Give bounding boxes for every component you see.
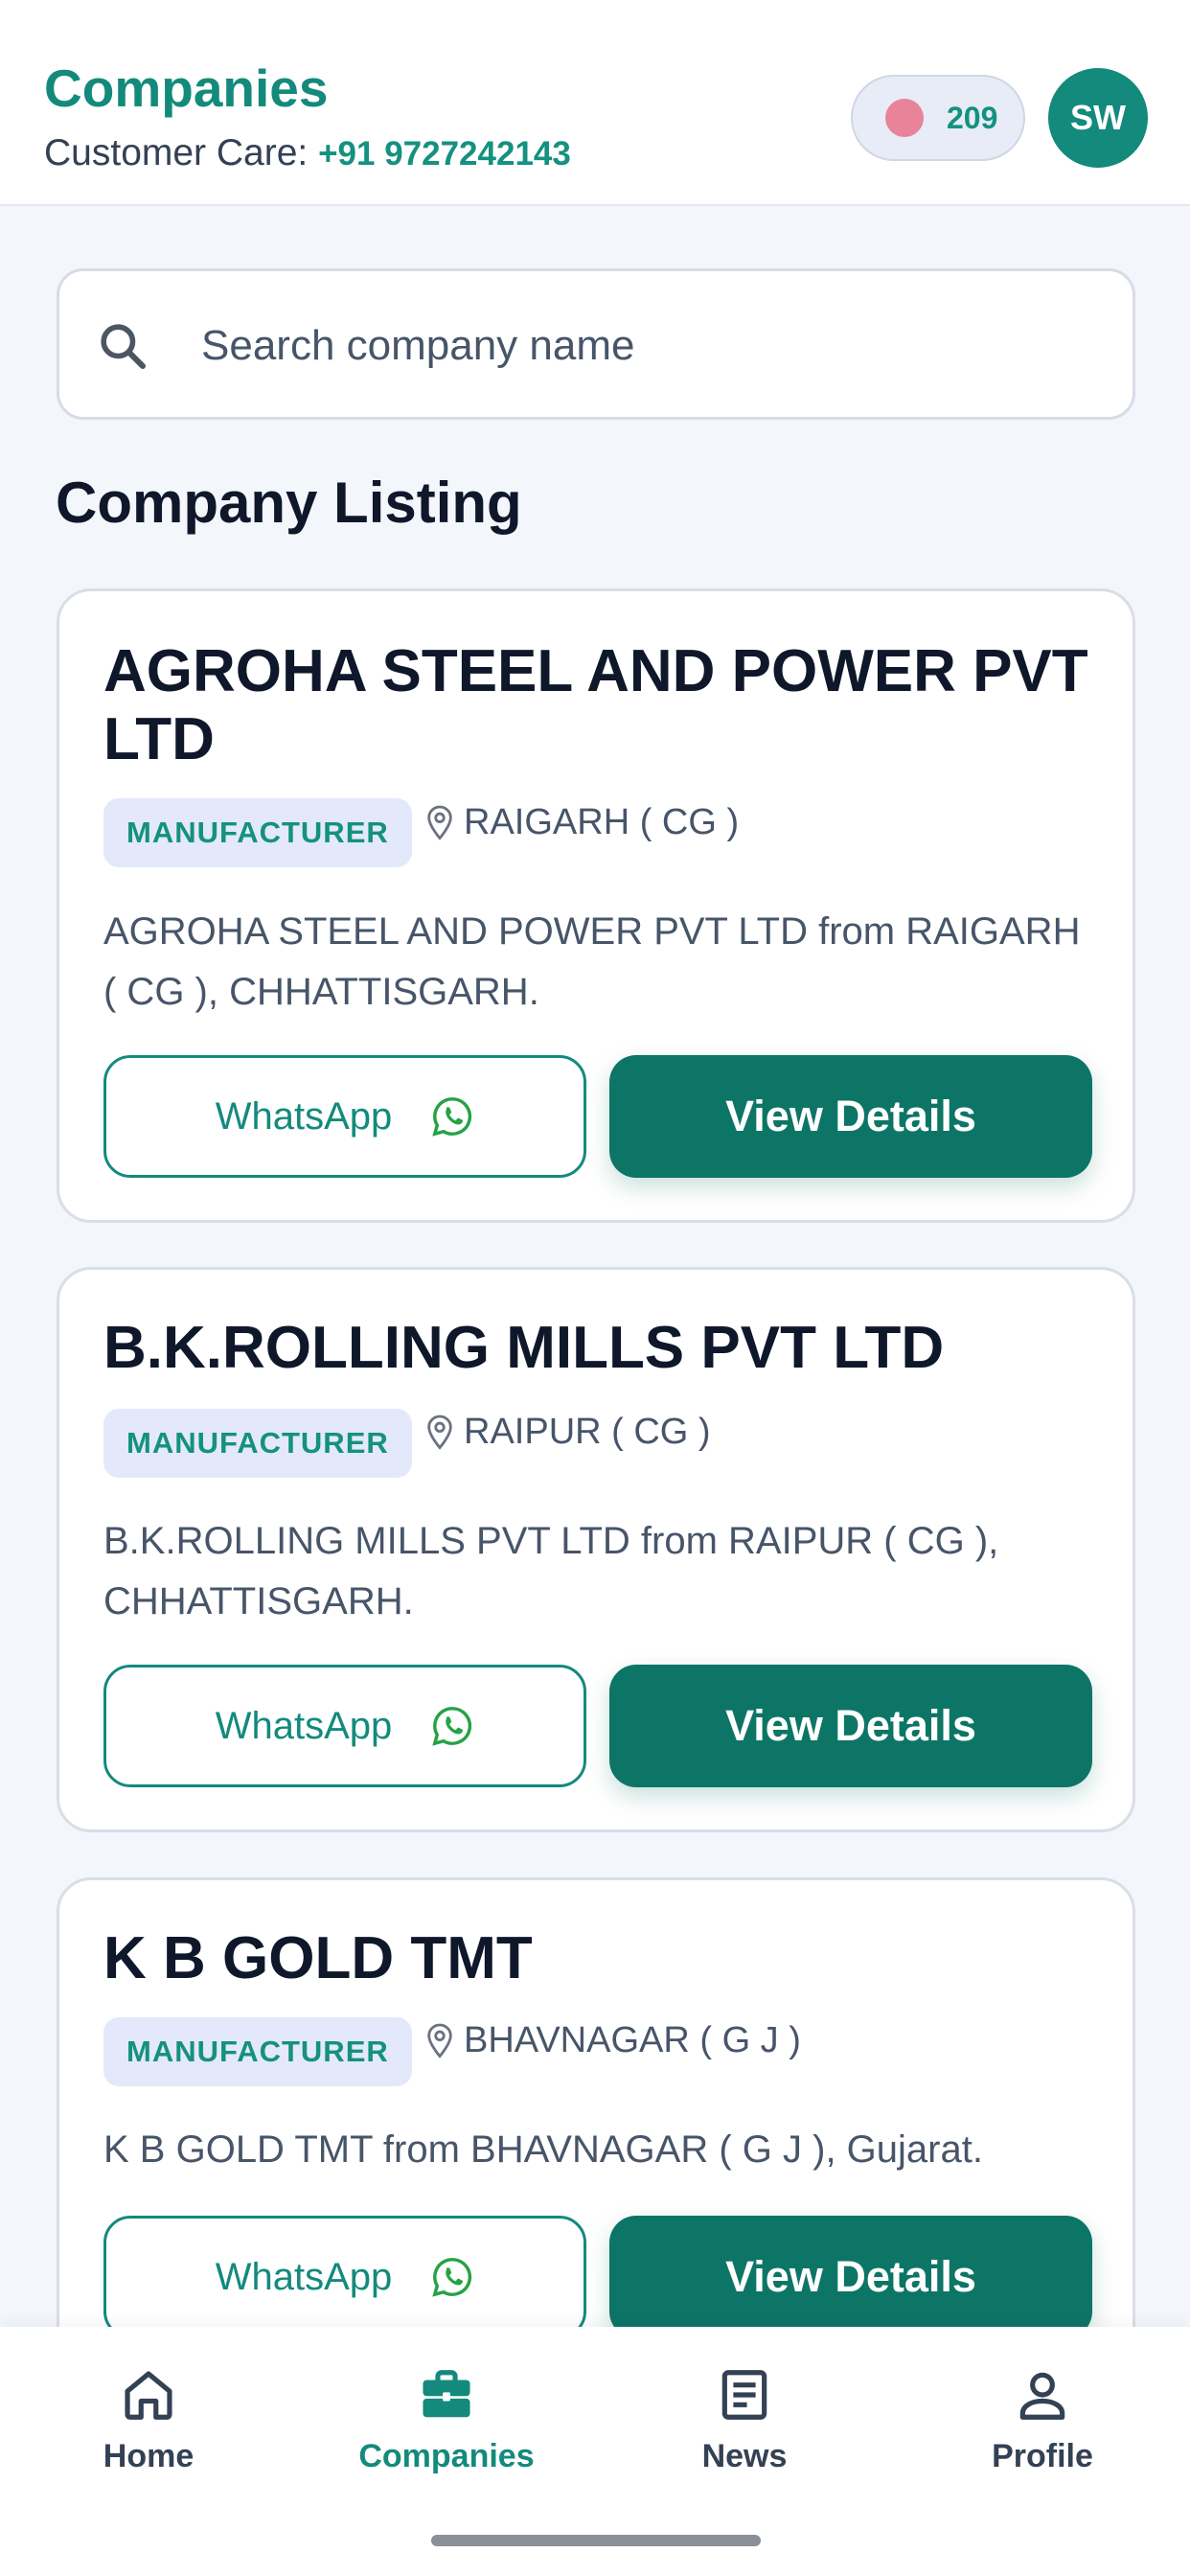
- location-pin-icon: [427, 805, 452, 840]
- home-icon: [125, 2371, 172, 2420]
- location-pin-icon: [427, 1414, 452, 1450]
- company-location-text: BHAVNAGAR ( G J ): [464, 2020, 801, 2060]
- whatsapp-button-label: WhatsApp: [215, 2255, 393, 2298]
- company-card: B.K.ROLLING MILLS PVT LTD MANUFACTURER R…: [57, 1267, 1135, 1832]
- coins-badge[interactable]: 209: [851, 75, 1025, 161]
- view-details-button[interactable]: View Details: [609, 2216, 1092, 2338]
- company-name: B.K.ROLLING MILLS PVT LTD: [103, 1315, 945, 1381]
- whatsapp-icon: [432, 1097, 472, 1137]
- customer-care-label: Customer Care:: [44, 132, 319, 173]
- whatsapp-button[interactable]: WhatsApp: [103, 2216, 586, 2338]
- coin-icon: [885, 99, 924, 137]
- person-icon: [1019, 2372, 1065, 2420]
- company-name: K B GOLD TMT: [103, 1925, 533, 1991]
- company-type-badge: MANUFACTURER: [103, 2017, 412, 2086]
- nav-profile[interactable]: Profile: [927, 2365, 1157, 2509]
- whatsapp-icon: [432, 2258, 472, 2297]
- company-description: B.K.ROLLING MILLS PVT LTD from RAIPUR ( …: [103, 1520, 999, 1622]
- company-description: AGROHA STEEL AND POWER PVT LTD from RAIG…: [103, 910, 1081, 1013]
- search-box[interactable]: [57, 268, 1135, 420]
- company-location-text: RAIGARH ( CG ): [464, 802, 740, 842]
- company-card: AGROHA STEEL AND POWER PVT LTD MANUFACTU…: [57, 588, 1135, 1223]
- briefcase-icon: [423, 2370, 470, 2418]
- company-location: BHAVNAGAR ( G J ): [423, 2020, 801, 2061]
- company-name: AGROHA STEEL AND POWER PVT LTD: [103, 638, 1088, 772]
- company-location: RAIGARH ( CG ): [423, 802, 739, 843]
- company-location: RAIPUR ( CG ): [423, 1412, 711, 1453]
- nav-news[interactable]: News: [629, 2365, 859, 2509]
- view-details-button[interactable]: View Details: [609, 1665, 1092, 1787]
- page-title: Companies: [44, 58, 329, 118]
- company-description: K B GOLD TMT from BHAVNAGAR ( G J ), Guj…: [103, 2128, 983, 2171]
- section-title: Company Listing: [56, 471, 522, 535]
- whatsapp-button[interactable]: WhatsApp: [103, 1665, 586, 1787]
- nav-companies-label: Companies: [358, 2438, 535, 2474]
- avatar[interactable]: SW: [1048, 68, 1148, 168]
- company-location-text: RAIPUR ( CG ): [464, 1412, 711, 1452]
- whatsapp-button-label: WhatsApp: [215, 1094, 393, 1138]
- nav-home-label: Home: [103, 2438, 195, 2474]
- search-icon: [101, 324, 147, 370]
- home-indicator: [431, 2535, 761, 2546]
- customer-care-phone-link[interactable]: +91 9727242143: [318, 135, 571, 172]
- search-input[interactable]: [201, 310, 1064, 382]
- customer-care-line: Customer Care: +91 9727242143: [44, 132, 571, 174]
- whatsapp-button[interactable]: WhatsApp: [103, 1055, 586, 1178]
- whatsapp-button-label: WhatsApp: [215, 1704, 393, 1747]
- nav-home[interactable]: Home: [34, 2365, 263, 2509]
- news-icon: [721, 2370, 767, 2420]
- whatsapp-icon: [432, 1707, 472, 1746]
- location-pin-icon: [427, 2023, 452, 2058]
- coin-count: 209: [947, 100, 998, 135]
- app-header: Companies Customer Care: +91 9727242143 …: [0, 0, 1190, 206]
- company-card: K B GOLD TMT MANUFACTURER BHAVNAGAR ( G …: [57, 1877, 1135, 2376]
- nav-news-label: News: [701, 2438, 788, 2474]
- nav-profile-label: Profile: [992, 2438, 1093, 2474]
- company-type-badge: MANUFACTURER: [103, 1409, 412, 1478]
- view-details-button[interactable]: View Details: [609, 1055, 1092, 1178]
- nav-companies[interactable]: Companies: [332, 2365, 561, 2509]
- company-type-badge: MANUFACTURER: [103, 798, 412, 867]
